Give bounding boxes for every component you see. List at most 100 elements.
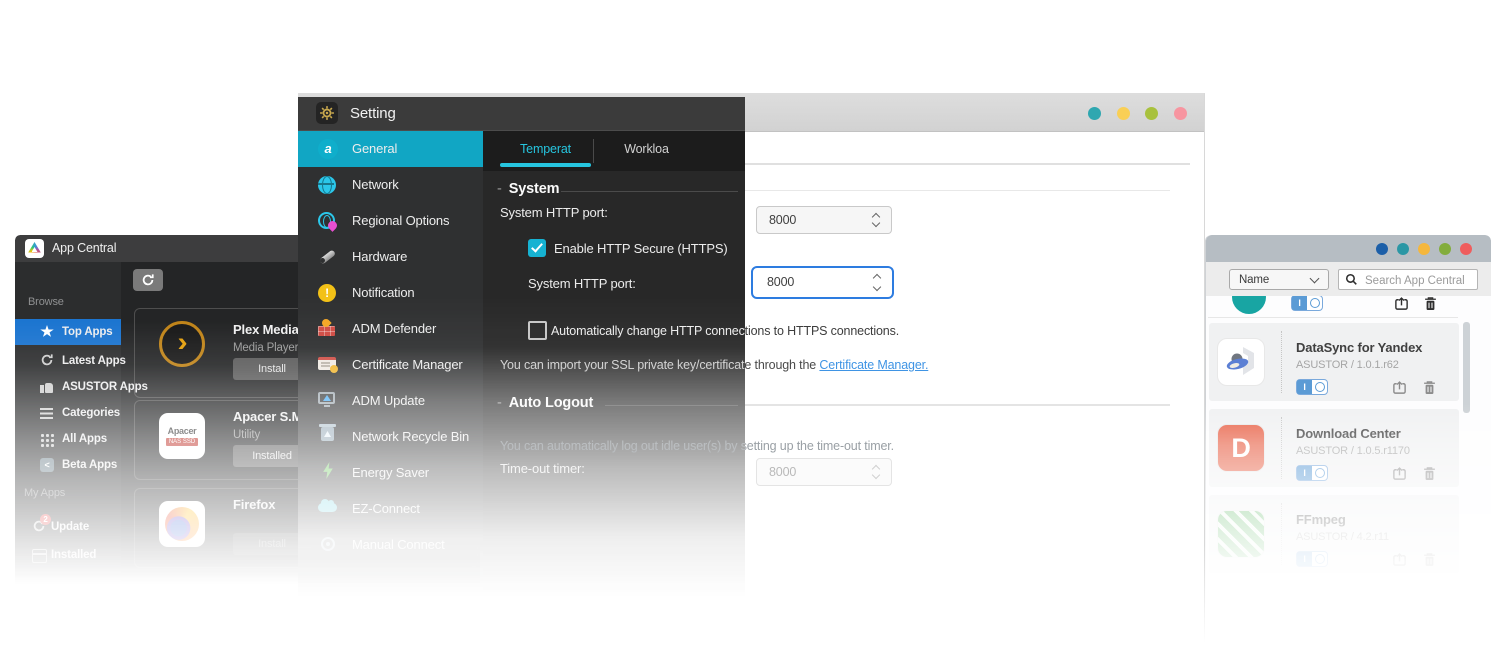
open-app-icon[interactable] [1394,296,1409,316]
dotted-divider [1281,331,1282,393]
uninstall-trash-icon[interactable] [1423,380,1436,400]
uninstall-trash-icon[interactable] [1423,466,1436,486]
settings-nav-regional-options[interactable]: Regional Options [298,203,483,239]
apacer-icon: Apacer NAS SSD [159,413,205,459]
settings-nav-network-recycle-bin[interactable]: Network Recycle Bin [298,419,483,455]
window-button-red[interactable] [1460,243,1472,255]
sidebar-item-beta-apps[interactable]: < Beta Apps [15,452,121,478]
settings-nav-adm-update[interactable]: ADM Update [298,383,483,419]
window-button-teal[interactable] [1397,243,1409,255]
globe-pin-icon [318,212,335,229]
sidebar-item-all-apps[interactable]: All Apps [15,426,121,452]
browse-section-label: Browse [28,296,64,308]
certificate-icon [318,357,336,370]
uninstall-trash-icon[interactable] [1423,552,1436,572]
thumbs-up-icon [40,381,53,393]
spinner-up-icon [873,274,881,282]
active-tab-underline [500,163,591,167]
spinner-down-icon [872,219,880,227]
auto-logout-heading-line [605,405,738,406]
app-enable-toggle[interactable]: I [1291,295,1323,311]
search-input[interactable] [1363,270,1477,291]
open-app-icon[interactable] [1392,466,1407,486]
https-port-label: System HTTP port: [528,276,636,291]
lightning-icon [322,462,334,479]
timeout-label: Time-out timer: [500,461,585,476]
ssl-note: You can import your SSL private key/cert… [500,357,745,373]
app-central-sidebar: Browse Top Apps Latest Apps ASUSTOR Apps [15,262,121,595]
tab-temperature[interactable]: Temperat [500,131,591,167]
https-checkbox-label: Enable HTTP Secure (HTTPS) [554,241,728,256]
window-button-pink[interactable] [1174,107,1187,120]
settings-nav-ez-connect[interactable]: EZ-Connect [298,491,483,527]
wrench-icon [318,247,338,267]
app-row-download-center[interactable]: D Download Center ASUSTOR / 1.0.5.r1170 … [1209,409,1459,487]
sidebar-item-categories[interactable]: Categories [15,400,121,426]
collapse-icon[interactable]: - [497,395,502,411]
apps-window-titlebar [1206,235,1491,262]
app-enable-toggle[interactable]: I [1296,551,1328,567]
auto-logout-section-line [745,404,1170,406]
tab-workload[interactable]: Workloa [594,131,699,167]
app-row-datasync[interactable]: DataSync for Yandex ASUSTOR / 1.0.1.r62 … [1209,323,1459,401]
window-button-yellow[interactable] [1418,243,1430,255]
sidebar-item-installed[interactable]: Installed [15,542,121,568]
setting-gear-icon [316,102,338,124]
window-button-yellow[interactable] [1117,107,1130,120]
uninstall-trash-icon[interactable] [1424,296,1437,316]
update-count-badge: 2 [40,514,51,525]
app-row-ffmpeg[interactable]: FFmpeg ASUSTOR / 4.2.r11 I [1209,495,1459,573]
settings-nav-general[interactable]: General [298,131,483,167]
system-section-line [745,190,1170,191]
apps-list-window: Name I DataSync for Yandex ASUSTOR / 1.0… [1205,235,1491,610]
sidebar-item-update[interactable]: 2 Update [15,514,121,540]
window-button-green[interactable] [1145,107,1158,120]
firefox-icon [159,501,205,547]
installed-box-icon [32,549,47,563]
sidebar-item-latest-apps[interactable]: Latest Apps [15,348,121,374]
plex-icon: › [159,321,205,367]
setting-content: Temperat Workloa -System System HTTP por… [483,131,745,597]
beta-icon: < [40,458,54,472]
setting-window-dark: Setting General Network Regional Options… [298,97,745,597]
settings-nav-notification[interactable]: Notification [298,275,483,311]
settings-nav-certificate-manager[interactable]: Certificate Manager [298,347,483,383]
globe-icon [318,176,336,194]
open-app-icon[interactable] [1392,380,1407,400]
recycle-bin-icon [321,427,334,441]
settings-nav-hardware[interactable]: Hardware [298,239,483,275]
auto-redirect-checkbox-unchecked[interactable] [528,321,547,340]
collapse-icon[interactable]: - [497,181,502,197]
window-button-blue[interactable] [1376,243,1388,255]
auto-redirect-label: Automatically change HTTP connections to… [551,323,745,339]
app-enable-toggle[interactable]: I [1296,465,1328,481]
search-box [1338,269,1478,290]
toggle-off-indicator [1307,296,1322,310]
timeout-spinner-disabled[interactable]: 8000 [756,458,892,486]
open-app-icon[interactable] [1392,552,1407,572]
sort-select[interactable]: Name [1229,269,1329,290]
sidebar-item-top-apps[interactable]: Top Apps [15,319,121,345]
settings-nav-adm-defender[interactable]: ADM Defender [298,311,483,347]
window-button-green[interactable] [1439,243,1451,255]
app-central-logo-icon [25,239,44,258]
settings-nav-manual-connect[interactable]: Manual Connect [298,527,483,563]
settings-nav-energy-saver[interactable]: Energy Saver [298,455,483,491]
https-port-spinner-focused[interactable]: 8000 [751,266,894,299]
setting-title: Setting [350,97,396,130]
certificate-manager-link[interactable]: Certificate Manager. [819,358,928,372]
http-port-spinner[interactable]: 8000 [756,206,892,234]
tab-bar: Temperat Workloa [483,131,745,171]
setting-titlebar: Setting [298,97,745,131]
refresh-button[interactable] [133,269,163,291]
window-button-teal[interactable] [1088,107,1101,120]
star-icon [40,325,54,338]
refresh-icon [40,353,56,369]
list-icon [40,408,53,419]
https-checkbox-checked[interactable] [528,239,546,257]
settings-nav-network[interactable]: Network [298,167,483,203]
download-center-icon: D [1217,424,1265,472]
scrollbar-thumb[interactable] [1463,322,1470,413]
sidebar-item-asustor-apps[interactable]: ASUSTOR Apps [15,374,121,400]
app-enable-toggle[interactable]: I [1296,379,1328,395]
